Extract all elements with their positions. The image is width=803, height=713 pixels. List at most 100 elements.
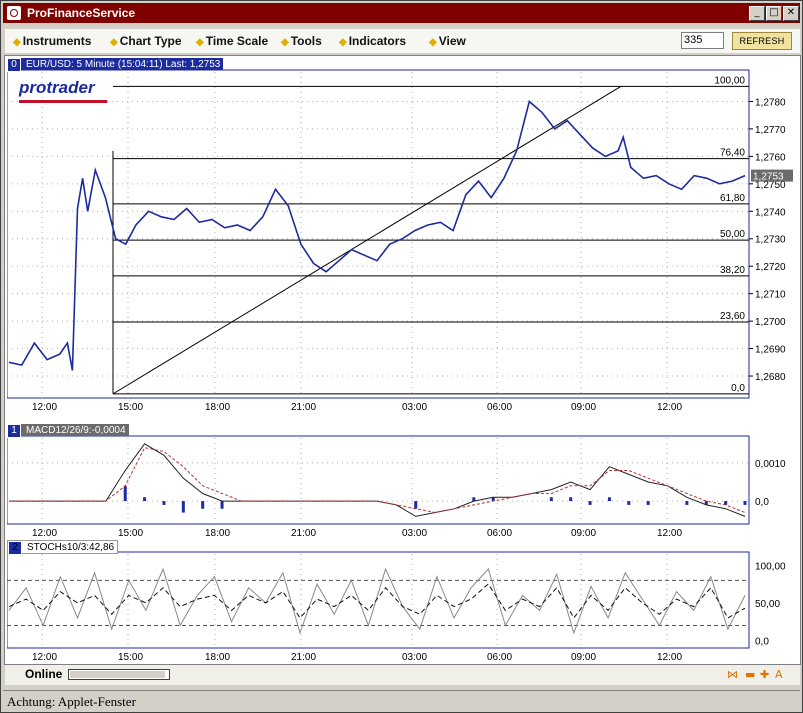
pane-title: STOCHs10/3:42,86 — [27, 542, 115, 553]
menu-bullet-icon: ◆ — [13, 37, 21, 48]
applet-status-bar: Achtung: Applet-Fenster — [3, 690, 800, 711]
macd-pane-label: 1 MACD12/26/9:-0,0004 — [7, 424, 129, 438]
y-tick-label: 1,2770 — [755, 125, 786, 136]
x-tick-label: 12:00 — [32, 402, 57, 413]
scroll-horizontal-icon[interactable]: ⋈ — [727, 668, 738, 681]
progress-bar — [68, 669, 170, 680]
x-tick-label: 12:00 — [32, 528, 57, 538]
x-tick-label: 06:00 — [487, 528, 512, 538]
x-tick-label: 12:00 — [657, 402, 682, 413]
price-pane: 12:00 15:00 18:00 21:00 03:00 06:00 09:00 12:00… — [6, 58, 793, 422]
online-label: Online — [25, 667, 63, 681]
stoch-pane-label: 2 STOCHs10/3:42,86 — [7, 540, 119, 555]
stoch-d-line — [8, 583, 746, 619]
fib-level-label: 76,40 — [720, 148, 745, 159]
price-chart[interactable]: 12:00 15:00 18:00 21:00 03:00 06:00 09:00 12:00… — [6, 58, 797, 422]
menu-label: Time Scale — [205, 34, 269, 48]
menu-time-scale[interactable]: ◆ Time Scale — [196, 34, 268, 48]
x-tick-label: 06:00 — [487, 652, 512, 662]
bar-count-input[interactable]: 335 — [681, 32, 724, 49]
menu-view[interactable]: ◆ View — [429, 34, 466, 48]
y-tick-label: 1,2720 — [755, 262, 786, 273]
menu-bullet-icon: ◆ — [281, 37, 289, 48]
zoom-in-icon[interactable]: ✚ — [760, 668, 769, 681]
price-pane-label: 0 EUR/USD: 5 Minute (15:04:11) Last: 1,27… — [7, 58, 224, 72]
pane-title: MACD12/26/9:-0,0004 — [26, 425, 126, 436]
pane-index: 2 — [8, 541, 22, 555]
menu-bullet-icon: ◆ — [110, 37, 118, 48]
x-tick-label: 21:00 — [291, 402, 316, 413]
y-tick-label: 1,2710 — [755, 290, 786, 301]
y-tick-label: 1,2700 — [755, 317, 786, 328]
x-tick-label: 03:00 — [402, 528, 427, 538]
stoch-chart[interactable]: 12:00 15:00 18:00 21:00 03:00 06:00 09:00 12:00… — [6, 540, 797, 663]
x-tick-label: 12:00 — [32, 652, 57, 662]
pane-index: 1 — [7, 424, 21, 438]
y-tick-label: 1,2690 — [755, 345, 786, 356]
x-tick-label: 09:00 — [571, 528, 596, 538]
x-tick-label: 06:00 — [487, 402, 512, 413]
pane-frame — [6, 435, 750, 525]
y-tick-label: 1,2780 — [755, 97, 786, 108]
x-tick-label: 18:00 — [205, 528, 230, 538]
menu-indicators[interactable]: ◆ Indicators — [339, 34, 406, 48]
fib-level-label: 61,80 — [720, 193, 745, 204]
menu-bullet-icon: ◆ — [196, 37, 204, 48]
y-tick-label: 0,0 — [755, 497, 769, 508]
last-price-label: 1,2753 — [753, 172, 784, 183]
zoom-out-icon[interactable]: ▬ — [745, 668, 755, 681]
fib-level-label: 23,60 — [720, 311, 745, 322]
fib-level-label: 38,20 — [720, 265, 745, 276]
y-tick-label: 1,2760 — [755, 152, 786, 163]
menu-bullet-icon: ◆ — [429, 37, 437, 48]
menu-bar: ◆ Instruments ◆ Chart Type ◆ Time Scale ◆ To… — [5, 29, 800, 53]
menu-label: Tools — [290, 34, 322, 48]
x-tick-label: 03:00 — [402, 652, 427, 662]
stoch-k-line — [8, 567, 746, 635]
stoch-pane: 12:00 15:00 18:00 21:00 03:00 06:00 09:00 12:00… — [6, 540, 786, 663]
macd-chart[interactable]: 12:00 15:00 18:00 21:00 03:00 06:00 09:00 12:00… — [6, 424, 797, 539]
x-tick-label: 21:00 — [291, 652, 316, 662]
menu-bullet-icon: ◆ — [339, 37, 347, 48]
fib-level-label: 0,0 — [731, 383, 745, 394]
price-series-line — [8, 100, 746, 371]
close-button[interactable]: ✕ — [783, 6, 799, 21]
menu-instruments[interactable]: ◆ Instruments — [13, 34, 91, 48]
autoscale-icon[interactable]: A — [775, 668, 783, 681]
x-tick-label: 12:00 — [657, 652, 682, 662]
menu-chart-type[interactable]: ◆ Chart Type — [110, 34, 182, 48]
protrader-logo: protrader — [19, 78, 107, 103]
menu-tools[interactable]: ◆ Tools — [281, 34, 322, 48]
fib-level-label: 100,00 — [714, 75, 745, 86]
x-tick-label: 21:00 — [291, 528, 316, 538]
macd-pane: 12:00 15:00 18:00 21:00 03:00 06:00 09:00 12:00… — [6, 424, 786, 539]
status-row: Online ⋈ ▬ ✚ A — [5, 665, 800, 685]
applet-warning: Achtung: Applet-Fenster — [7, 694, 136, 709]
maximize-button[interactable]: □ — [766, 6, 782, 21]
x-tick-label: 09:00 — [571, 402, 596, 413]
x-tick-label: 09:00 — [571, 652, 596, 662]
y-tick-label: 1,2730 — [755, 235, 786, 246]
x-tick-label: 15:00 — [118, 402, 143, 413]
x-tick-label: 18:00 — [205, 402, 230, 413]
y-tick-label: 0,0010 — [755, 459, 786, 470]
y-tick-label: 0,0 — [755, 636, 769, 647]
y-tick-label: 1,2680 — [755, 372, 786, 383]
macd-line — [9, 443, 746, 517]
x-tick-label: 12:00 — [657, 528, 682, 538]
fib-level-label: 50,00 — [720, 229, 745, 240]
menu-label: View — [438, 34, 466, 48]
app-window: ProFinanceService _ □ ✕ ◆ Instruments ◆ Ch… — [0, 0, 803, 713]
refresh-button[interactable]: REFRESH — [732, 32, 792, 50]
app-icon — [7, 6, 21, 20]
chart-area: 12:00 15:00 18:00 21:00 03:00 06:00 09:00 12:00… — [4, 55, 801, 665]
pane-index: 0 — [7, 58, 21, 72]
progress-fill — [70, 671, 166, 678]
y-tick-label: 100,00 — [755, 561, 786, 572]
x-tick-label: 15:00 — [118, 528, 143, 538]
x-tick-label: 03:00 — [402, 402, 427, 413]
window-title: ProFinanceService — [27, 6, 136, 20]
y-tick-label: 1,2740 — [755, 207, 786, 218]
y-tick-label: 50,00 — [755, 599, 780, 610]
minimize-button[interactable]: _ — [749, 6, 765, 21]
